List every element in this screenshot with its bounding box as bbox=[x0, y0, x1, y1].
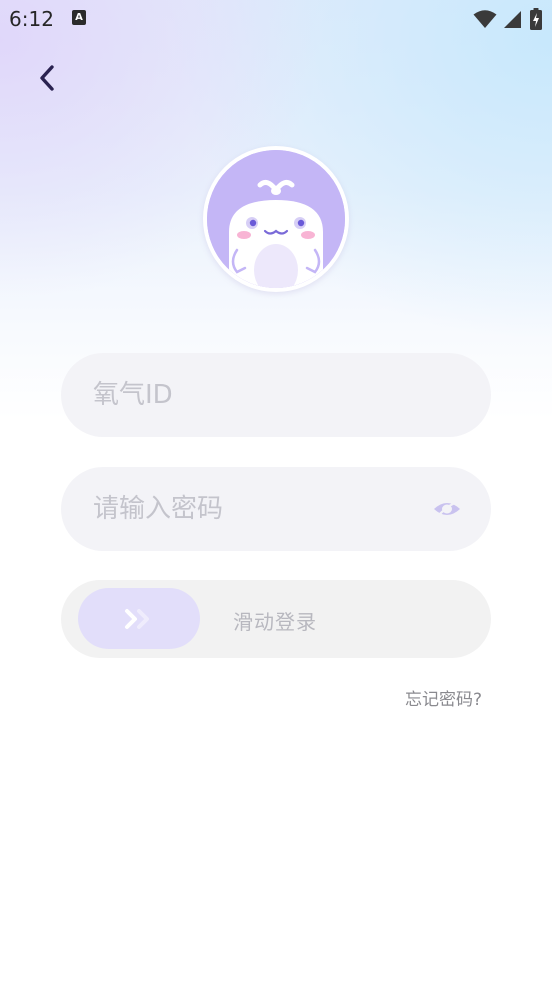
slide-login-track[interactable]: 滑动登录 bbox=[61, 580, 491, 658]
password-visibility-toggle[interactable] bbox=[431, 497, 463, 521]
password-field[interactable] bbox=[61, 467, 491, 551]
id-field[interactable] bbox=[61, 353, 491, 437]
forgot-password-link[interactable]: 忘记密码? bbox=[405, 685, 482, 710]
eye-hidden-icon bbox=[434, 500, 460, 518]
avatar-image bbox=[207, 150, 345, 288]
status-time: 6:12 bbox=[9, 7, 54, 31]
slide-login-label: 滑动登录 bbox=[233, 610, 317, 634]
double-chevron-right-icon bbox=[125, 608, 149, 629]
status-icons bbox=[473, 8, 542, 30]
battery-charging-icon bbox=[530, 8, 542, 30]
slide-login-handle[interactable] bbox=[78, 588, 200, 649]
avatar bbox=[203, 146, 349, 292]
chevron-left-icon bbox=[40, 65, 54, 91]
status-bar: 6:12 A bbox=[0, 0, 552, 38]
cellular-signal-icon bbox=[504, 11, 521, 28]
id-input[interactable] bbox=[93, 380, 463, 410]
wifi-icon bbox=[473, 10, 497, 28]
whale-mascot-avatar bbox=[207, 150, 345, 288]
password-input[interactable] bbox=[93, 494, 431, 524]
a-letter-icon: A bbox=[72, 10, 86, 25]
back-button[interactable] bbox=[30, 60, 64, 96]
